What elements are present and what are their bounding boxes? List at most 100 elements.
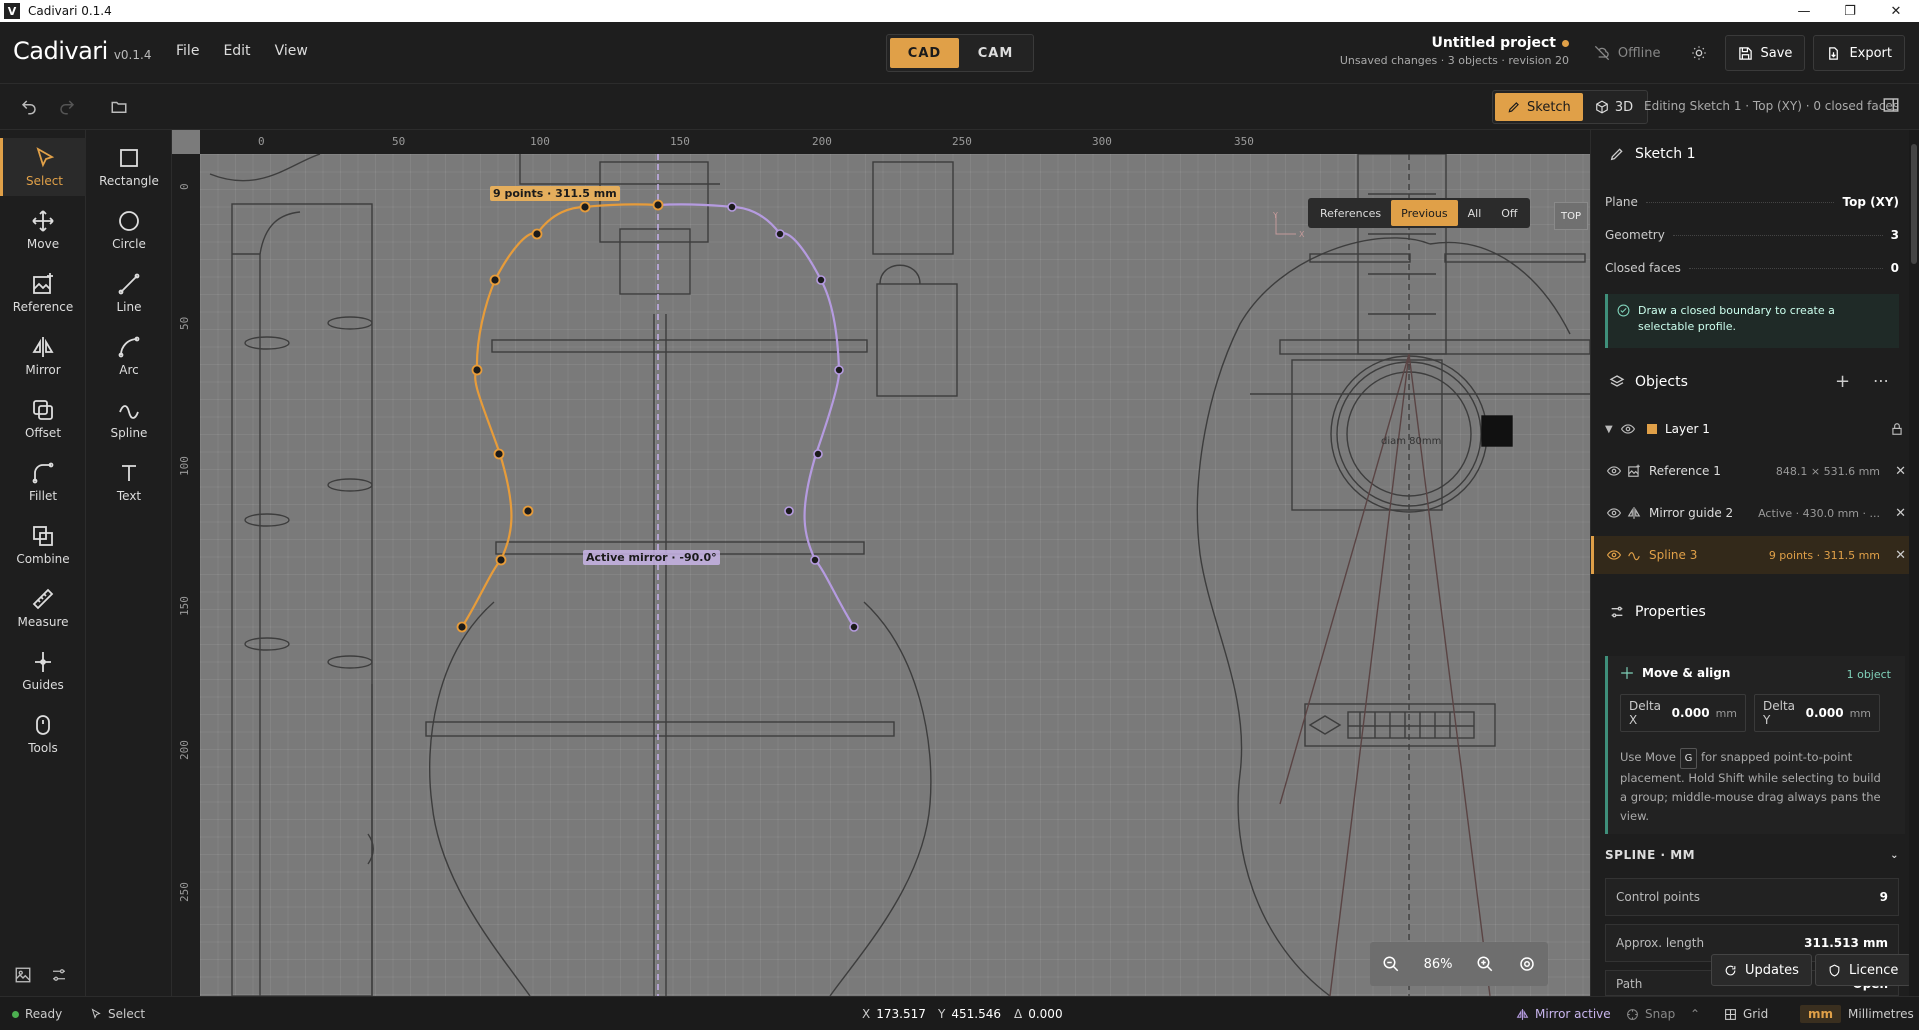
tool-guides[interactable]: Guides [0,642,86,700]
tool-combine[interactable]: Combine [0,516,86,574]
mode-cad-button[interactable]: CAD [890,38,959,68]
tool-mirror[interactable]: Mirror [0,327,86,385]
menu-file[interactable]: File [176,43,199,59]
delete-object-icon[interactable]: ✕ [1895,464,1906,479]
open-folder-icon[interactable] [108,96,130,118]
ref-mode-off[interactable]: Off [1491,200,1527,226]
menu-view[interactable]: View [275,43,308,59]
delta-y-field[interactable]: Delta Y 0.000 mm [1754,694,1880,732]
mirror-icon [1516,1008,1529,1020]
object-row[interactable]: Reference 1 848.1 × 531.6 mm ✕ [1591,452,1919,490]
ref-mode-previous[interactable]: Previous [1391,200,1458,226]
fit-view-icon[interactable] [1518,955,1536,973]
theme-toggle[interactable] [1681,35,1717,71]
tool-measure[interactable]: Measure [0,579,86,637]
tool-arc[interactable]: Arc [86,327,172,385]
object-meta: 848.1 × 531.6 mm [1775,464,1880,478]
undo-icon[interactable] [18,96,40,118]
updates-button[interactable]: Updates [1711,954,1812,986]
text-icon [122,465,136,481]
view-sketch-button[interactable]: Sketch [1495,93,1583,121]
properties-header: Properties [1609,604,1706,620]
spline-control-points[interactable] [456,199,664,633]
mouse-icon [36,715,50,735]
tool-line[interactable]: Line [86,264,172,322]
chevron-up-icon[interactable]: ⌃ [1690,997,1700,1030]
menu-edit[interactable]: Edit [223,43,250,59]
more-options-icon[interactable]: ⋯ [1873,371,1889,390]
lock-icon[interactable] [1890,422,1904,436]
tool-tools[interactable]: Tools [0,705,86,763]
view-cube-top[interactable]: TOP [1554,202,1588,230]
delete-object-icon[interactable]: ✕ [1895,506,1906,521]
tool-rectangle[interactable]: Rectangle [86,138,172,196]
redo-icon[interactable] [56,96,78,118]
eye-icon[interactable] [1607,464,1621,478]
ruler-y-label: 0 [178,183,191,190]
eye-icon[interactable] [1607,548,1621,562]
chevron-down-icon[interactable]: ▼ [1605,424,1613,435]
tool-text[interactable]: Text [86,453,172,511]
licence-button[interactable]: Licence [1815,954,1912,986]
drawing-area[interactable]: diam 80mm Y X 9 points · 311.5 mm Active… [200,154,1590,996]
delta-x-field[interactable]: Delta X 0.000 mm [1620,694,1746,732]
control-points-row: Control points 9 [1605,878,1899,916]
object-row-selected[interactable]: Spline 3 9 points · 311.5 mm ✕ [1591,536,1919,574]
snap-toggle[interactable]: Snap [1626,997,1675,1030]
cursor-x: X 173.517 [862,1007,926,1021]
object-name: Spline 3 [1649,548,1698,562]
mode-cam-button[interactable]: CAM [961,38,1030,68]
add-object-icon[interactable]: + [1835,371,1850,392]
restore-icon[interactable]: ❐ [1827,0,1873,22]
unit-toggle[interactable]: mm [1800,997,1842,1030]
cursor-icon [35,147,54,168]
view-3d-button[interactable]: 3D [1583,93,1645,121]
panel-scrollbar[interactable] [1909,130,1919,996]
layers-icon [1609,375,1625,387]
tool-move[interactable]: Move [0,201,86,259]
layer-1-row[interactable]: ▼ Layer 1 [1591,410,1919,448]
app-logo-icon: V [4,3,20,19]
secondary-toolbar: Sketch 3D Editing Sketch 1 · Top (XY) · … [0,84,1919,130]
grid-toggle[interactable]: Grid [1724,997,1768,1030]
ref-mode-all[interactable]: All [1458,200,1492,226]
offline-indicator[interactable]: Offline [1582,35,1673,71]
tool-select[interactable]: Select [0,138,86,196]
minimize-icon[interactable]: — [1781,0,1827,22]
close-window-icon[interactable]: ✕ [1873,0,1919,22]
zoom-in-icon[interactable] [1476,955,1494,973]
image-icon[interactable] [14,966,32,984]
tool-reference[interactable]: Reference [0,264,86,322]
mirror-angle-tag: Active mirror · -90.0° [583,550,720,565]
zoom-out-icon[interactable] [1382,955,1400,973]
primary-tool-rail: Select Move Reference Mirror Offset Fill… [0,130,86,996]
sun-icon [1691,46,1706,60]
panel-toggle-icon[interactable] [1882,96,1900,118]
check-circle-icon [1617,304,1630,317]
spline-section-header[interactable]: SPLINE · MM ⌄ [1605,848,1899,862]
chevron-down-icon[interactable]: ⌄ [1890,850,1899,861]
delete-object-icon[interactable]: ✕ [1895,548,1906,563]
tool-fillet[interactable]: Fillet [0,453,86,511]
ruler-x-label: 100 [530,135,550,148]
mirror-active-toggle[interactable]: Mirror active [1516,997,1611,1030]
axis-x-label: X [1299,230,1305,239]
tool-spline[interactable]: Spline [86,390,172,448]
ruler-x-label: 200 [812,135,832,148]
save-button[interactable]: Save [1724,35,1806,71]
eye-icon[interactable] [1621,422,1635,436]
circle-icon [119,211,139,231]
move-object-count: 1 object [1846,668,1891,681]
mirror-icon [1627,507,1641,519]
ref-mode-references[interactable]: References [1310,200,1391,226]
export-button[interactable]: Export [1813,35,1905,71]
tool-offset[interactable]: Offset [0,390,86,448]
unsaved-dot [1562,39,1569,47]
sliders-icon[interactable] [50,966,68,984]
object-name: Reference 1 [1649,464,1721,478]
eye-icon[interactable] [1607,506,1621,520]
project-name[interactable]: Untitled project [1340,35,1569,51]
canvas-viewport[interactable]: 0 50 100 150 200 250 300 350 0 50 100 15… [172,130,1590,996]
object-row[interactable]: Mirror guide 2 Active · 430.0 mm · ... ✕ [1591,494,1919,532]
tool-circle[interactable]: Circle [86,201,172,259]
